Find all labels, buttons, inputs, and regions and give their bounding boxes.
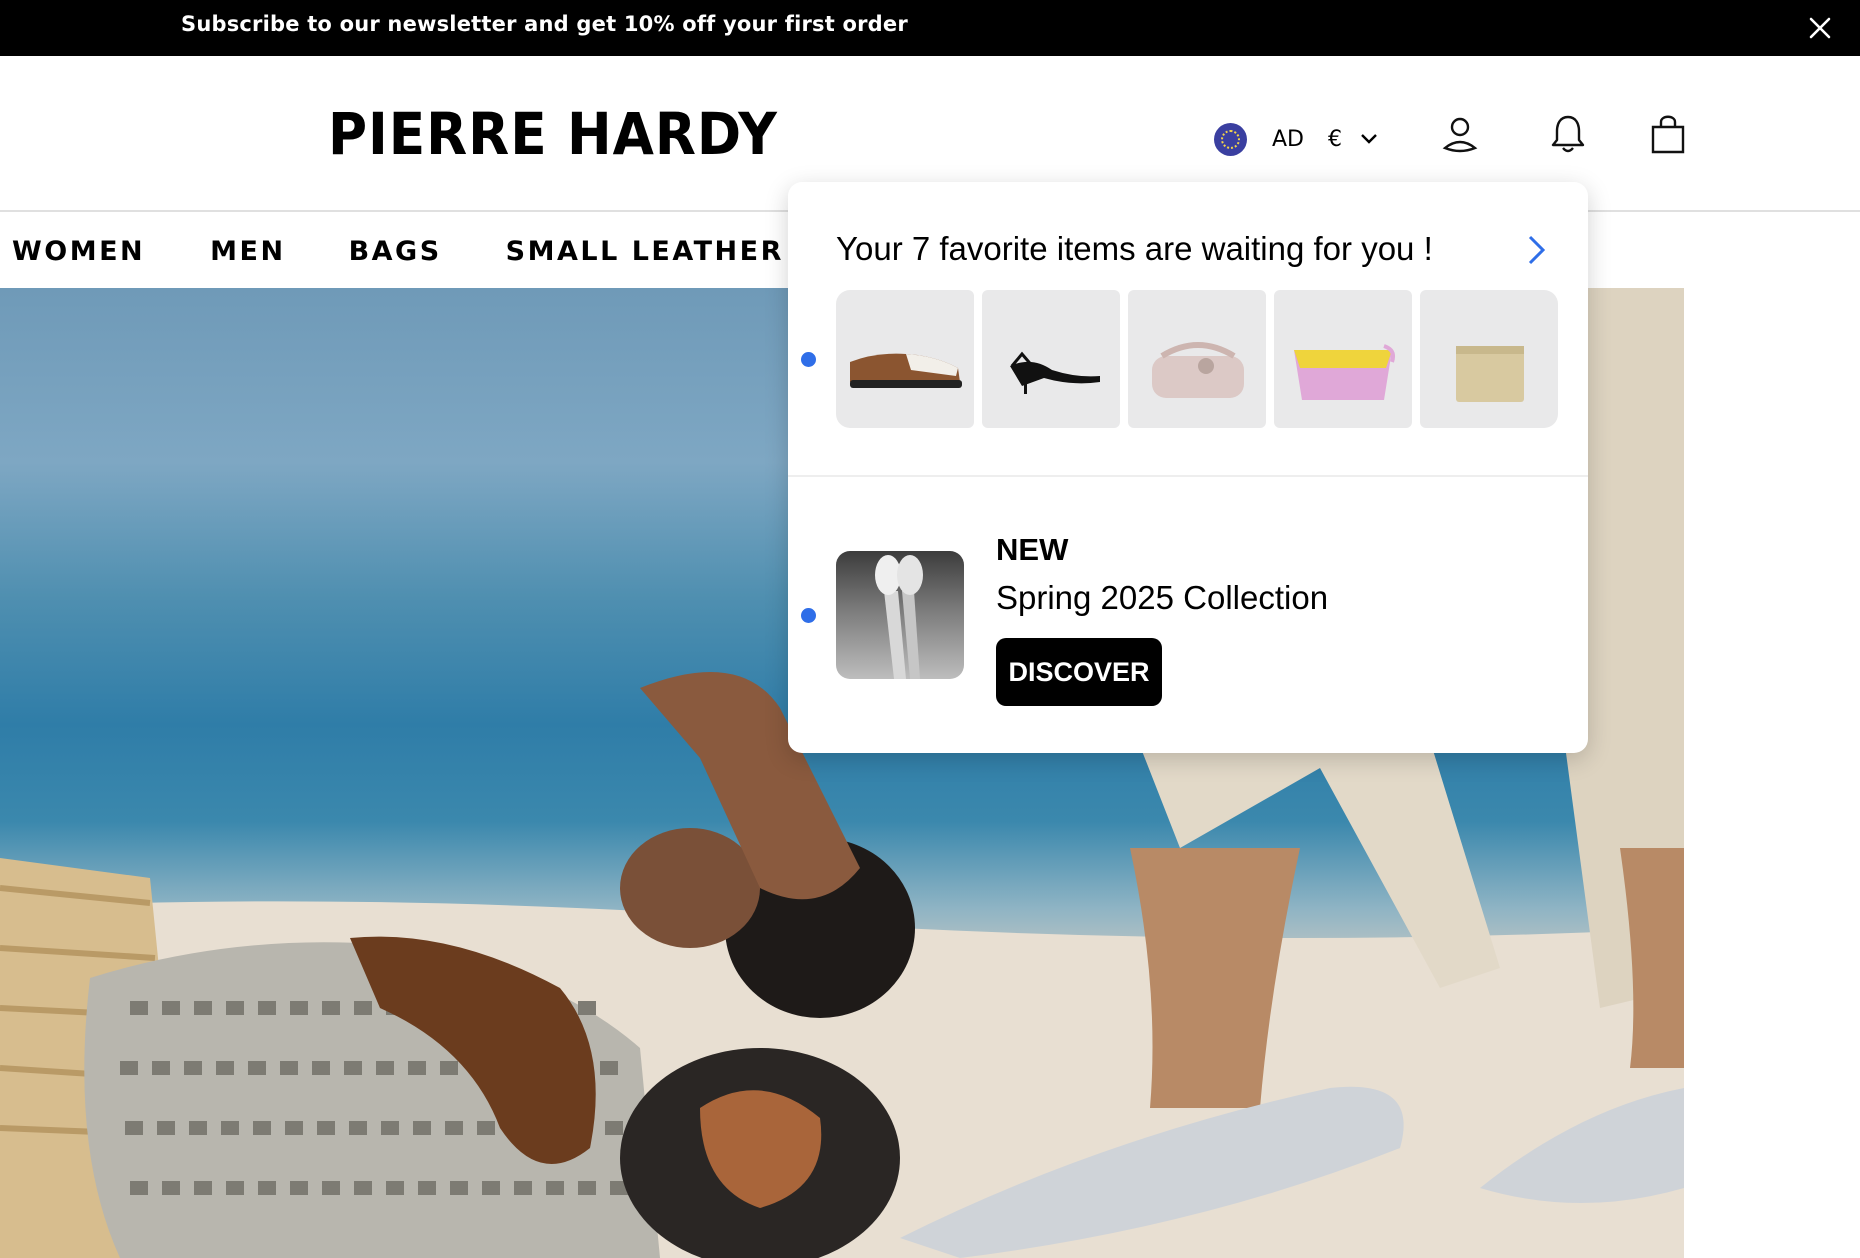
favorite-pouch[interactable] (1274, 290, 1412, 428)
sandal-image (1010, 351, 1100, 394)
favorite-wallet[interactable] (1420, 290, 1558, 428)
chevron-down-icon (1360, 128, 1382, 150)
favorites-thumbnails (836, 290, 1558, 428)
chevron-right-icon[interactable] (1518, 232, 1554, 268)
favorite-loafer[interactable] (836, 290, 974, 428)
popup-divider (788, 475, 1588, 477)
favorites-title[interactable]: Your 7 favorite items are waiting for yo… (836, 230, 1433, 268)
newsletter-promo-bar: Subscribe to our newsletter and get 10% … (0, 0, 1860, 56)
bag-image (1152, 342, 1244, 398)
unread-dot (801, 352, 816, 367)
currency-symbol: € (1328, 126, 1342, 152)
notification-popup: Your 7 favorite items are waiting for yo… (788, 182, 1588, 753)
bell-icon[interactable] (1545, 111, 1591, 157)
collection-photo (875, 555, 923, 679)
discover-button[interactable]: DISCOVER (996, 638, 1162, 706)
pouch-image (1294, 344, 1395, 400)
region-selector[interactable]: AD € (1214, 114, 1382, 164)
unread-dot (801, 608, 816, 623)
account-icon[interactable] (1437, 111, 1483, 157)
favorite-sandal[interactable] (982, 290, 1120, 428)
loafer-image (850, 353, 962, 388)
collection-title[interactable]: Spring 2025 Collection (996, 579, 1328, 617)
nav-bags[interactable]: BAGS (349, 236, 442, 267)
new-badge: NEW (996, 532, 1069, 567)
bag-icon[interactable] (1645, 111, 1691, 157)
wallet-image (1456, 346, 1524, 402)
eu-flag-icon (1214, 122, 1247, 156)
collection-image[interactable] (836, 551, 964, 679)
promo-text[interactable]: Subscribe to our newsletter and get 10% … (181, 12, 908, 36)
brand-logo[interactable]: PIERRE HARDY (328, 100, 778, 168)
nav-men[interactable]: MEN (210, 236, 285, 267)
nav-women[interactable]: WOMEN (12, 236, 145, 267)
favorite-bag[interactable] (1128, 290, 1266, 428)
close-icon[interactable] (1802, 10, 1838, 46)
country-code: AD (1272, 126, 1304, 152)
